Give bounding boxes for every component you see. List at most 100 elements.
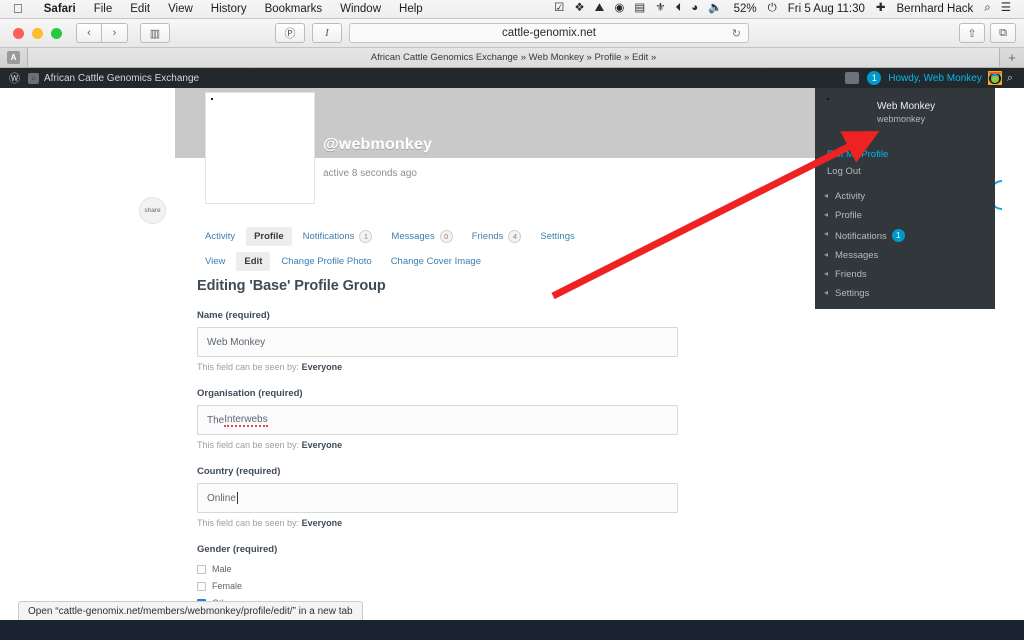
edit-my-profile-link[interactable]: Edit My Profile xyxy=(815,146,995,163)
text-caret xyxy=(236,492,238,504)
menu-safari[interactable]: Safari xyxy=(35,3,85,15)
howdy-label[interactable]: Howdy, Web Monkey xyxy=(888,73,982,84)
dropdown-item-notifications[interactable]: Notifications 1 xyxy=(815,225,995,246)
nav-notifications-count: 1 xyxy=(359,230,373,243)
vpn-icon[interactable]: ⛰ xyxy=(590,3,610,15)
checkmark-icon[interactable]: ☑ xyxy=(549,3,569,15)
share-button[interactable]: ⇧ xyxy=(959,23,985,43)
clock-circle-icon[interactable]: ◉ xyxy=(609,3,629,15)
volume-icon[interactable]: 🔈 xyxy=(703,3,727,15)
dropdown-item-friends[interactable]: Friends xyxy=(815,265,995,284)
status-bar-tooltip: Open “cattle-genomix.net/members/webmonk… xyxy=(18,601,363,620)
name-visibility-prefix: This field can be seen by: xyxy=(197,362,300,372)
admin-bar-avatar[interactable] xyxy=(987,71,1002,85)
tab-bar: A African Cattle Genomics Exchange » Web… xyxy=(0,48,1024,68)
maximize-window-button[interactable] xyxy=(51,27,62,39)
menu-edit[interactable]: Edit xyxy=(121,3,159,15)
name-input[interactable]: Web Monkey xyxy=(197,327,678,357)
subnav-change-cover-image[interactable]: Change Cover Image xyxy=(383,252,489,271)
show-tabs-button[interactable]: ⧉ xyxy=(990,23,1016,43)
share-floating-button[interactable]: share xyxy=(139,197,166,224)
spotlight-search-icon[interactable]: ⌕ xyxy=(979,3,995,15)
nav-profile-label: Profile xyxy=(254,231,284,242)
close-window-button[interactable] xyxy=(13,27,24,39)
dropdown-item-profile[interactable]: Profile xyxy=(815,206,995,225)
radio-female-input[interactable] xyxy=(197,581,206,591)
reload-icon[interactable]: ↻ xyxy=(732,27,741,40)
menu-bookmarks[interactable]: Bookmarks xyxy=(256,3,332,15)
tab-title: African Cattle Genomics Exchange » Web M… xyxy=(370,52,657,63)
tab-favicon-slot[interactable]: A xyxy=(0,48,28,67)
nav-friends[interactable]: Friends 4 xyxy=(464,226,530,247)
nav-notifications[interactable]: Notifications 1 xyxy=(295,226,381,247)
apple-logo-icon[interactable]:  xyxy=(0,2,35,15)
wifi-icon[interactable]: ◕ xyxy=(686,3,703,15)
address-bar[interactable]: cattle-genomix.net ↻ xyxy=(349,23,749,43)
display-icon[interactable]: ▤ xyxy=(629,3,650,15)
log-out-link[interactable]: Log Out xyxy=(815,163,995,180)
wordpress-logo-icon[interactable]: Ⓦ xyxy=(0,70,28,86)
organisation-input[interactable]: The Interwebs xyxy=(197,405,678,435)
sync-icon[interactable]: ✚ xyxy=(871,3,891,15)
label-gender: Gender (required) xyxy=(197,544,278,555)
nav-friends-label: Friends xyxy=(471,231,504,242)
comment-bubble-icon[interactable] xyxy=(845,72,860,84)
nav-profile[interactable]: Profile xyxy=(246,227,292,246)
nav-messages[interactable]: Messages 0 xyxy=(383,226,460,247)
notification-center-icon[interactable]: ☰ xyxy=(996,3,1016,15)
wp-user-dropdown: Web Monkey webmonkey Edit My Profile Log… xyxy=(815,88,995,309)
radio-male-input[interactable] xyxy=(197,564,206,574)
dropbox-icon[interactable]: ❖ xyxy=(569,3,589,15)
dropdown-item-messages[interactable]: Messages xyxy=(815,246,995,265)
menu-history[interactable]: History xyxy=(202,3,256,15)
wordpress-admin-bar: Ⓦ ⌂ African Cattle Genomics Exchange 1 H… xyxy=(0,68,1024,88)
subnav-change-profile-photo[interactable]: Change Profile Photo xyxy=(273,252,379,271)
back-button[interactable]: ‹ xyxy=(76,23,102,43)
menu-view[interactable]: View xyxy=(159,3,202,15)
radio-male[interactable]: Male xyxy=(197,564,817,574)
dropdown-item-settings[interactable]: Settings xyxy=(815,284,995,303)
menu-file[interactable]: File xyxy=(85,3,122,15)
forward-button[interactable]: › xyxy=(102,23,128,43)
sidebar-toggle-button[interactable]: ▥ xyxy=(140,23,170,43)
nav-notifications-label: Notifications xyxy=(302,231,355,242)
page-content: @webmonkey active 8 seconds ago Activity… xyxy=(175,88,837,620)
notification-badge[interactable]: 1 xyxy=(867,71,882,85)
nav-settings[interactable]: Settings xyxy=(532,227,582,246)
safari-window: ‹ › ▥ Ⓟ I cattle-genomix.net ↻ ⇧ ⧉ A Afr… xyxy=(0,19,1024,620)
subnav-view[interactable]: View xyxy=(197,252,233,271)
site-name-label: African Cattle Genomics Exchange xyxy=(44,72,200,84)
time-machine-icon[interactable]: ⏴ xyxy=(671,3,687,15)
binoculars-icon[interactable]: ⚜ xyxy=(650,3,670,15)
profile-header: @webmonkey active 8 seconds ago xyxy=(175,88,837,233)
active-tab[interactable]: African Cattle Genomics Exchange » Web M… xyxy=(28,48,1000,67)
dropdown-username: webmonkey xyxy=(877,114,926,124)
dropdown-friends-label: Friends xyxy=(835,269,867,280)
subnav-edit[interactable]: Edit xyxy=(236,252,271,271)
clock-datetime[interactable]: Fri 5 Aug 11:30 xyxy=(782,3,871,15)
window-controls xyxy=(13,27,62,39)
reader-view-icon[interactable]: I xyxy=(312,23,342,43)
dropdown-notifications-label: Notifications xyxy=(835,231,887,242)
radio-female[interactable]: Female xyxy=(197,581,817,591)
battery-icon[interactable]: ⏻ xyxy=(763,3,782,15)
profile-avatar[interactable] xyxy=(205,92,315,204)
new-tab-button[interactable]: + xyxy=(1000,48,1024,67)
nav-activity[interactable]: Activity xyxy=(197,227,243,246)
admin-bar-right: 1 Howdy, Web Monkey ⌕ xyxy=(845,71,1024,85)
menu-help[interactable]: Help xyxy=(390,3,432,15)
user-name[interactable]: Bernhard Hack xyxy=(891,3,980,15)
name-visibility-value: Everyone xyxy=(301,362,343,372)
minimize-window-button[interactable] xyxy=(32,27,43,39)
nav-buttons: ‹ › xyxy=(76,23,128,43)
country-input[interactable]: Online xyxy=(197,483,678,513)
dropdown-divider xyxy=(815,180,995,187)
admin-search-icon[interactable]: ⌕ xyxy=(1002,72,1018,85)
site-name-menu[interactable]: ⌂ African Cattle Genomics Exchange xyxy=(28,72,209,84)
menu-window[interactable]: Window xyxy=(331,3,390,15)
organisation-input-value: The xyxy=(207,414,225,426)
profile-edit-form: Editing 'Base' Profile Group Name (requi… xyxy=(197,278,817,620)
pinterest-icon[interactable]: Ⓟ xyxy=(275,23,305,43)
battery-percent[interactable]: 52% xyxy=(728,3,763,15)
dropdown-item-activity[interactable]: Activity xyxy=(815,187,995,206)
